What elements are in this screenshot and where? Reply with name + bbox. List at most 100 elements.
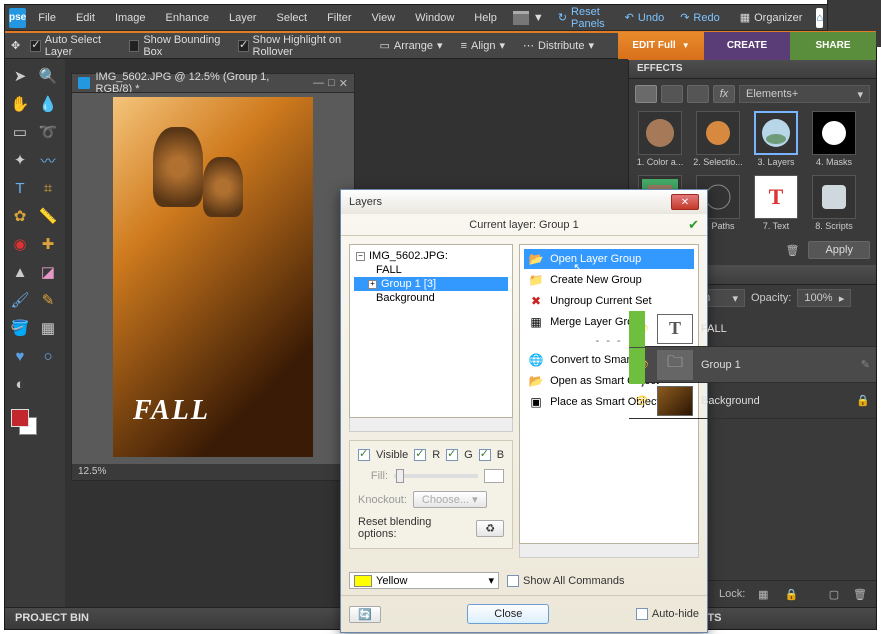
tree-scrollbar[interactable] <box>349 418 513 432</box>
menu-filter[interactable]: Filter <box>319 8 359 28</box>
close-button[interactable]: Close <box>467 604 549 624</box>
app-logo[interactable]: pse <box>9 8 26 28</box>
layer-row-fall[interactable]: 👁 T FALL <box>629 311 876 347</box>
document-canvas[interactable]: FALL <box>72 92 354 464</box>
reset-panels-button[interactable]: ↻Reset Panels <box>552 6 611 30</box>
brush-tool-icon[interactable]: 🖌 <box>7 287 33 313</box>
tree-node-root[interactable]: −IMG_5602.JPG: <box>354 249 508 263</box>
sponge-tool-icon[interactable]: ◐ <box>7 371 33 397</box>
fill-slider[interactable] <box>394 474 478 478</box>
cookie-cutter-icon[interactable]: ✿ <box>7 203 33 229</box>
doc-minimize-icon[interactable]: — <box>313 77 324 90</box>
undo-button[interactable]: ↶Undo <box>619 11 671 24</box>
menu-edit[interactable]: Edit <box>68 8 103 28</box>
shape-tool-icon[interactable]: ♥ <box>7 343 33 369</box>
arrange-dropdown[interactable]: ▭ Arrange ▾ <box>376 37 447 54</box>
fx-tab-all[interactable]: fx <box>713 85 735 103</box>
selection-brush-icon[interactable]: 〰 <box>35 147 61 173</box>
menu-enhance[interactable]: Enhance <box>158 8 217 28</box>
color-swatch[interactable] <box>11 409 37 435</box>
menu-view[interactable]: View <box>364 8 404 28</box>
doc-maximize-icon[interactable]: □ <box>328 77 335 90</box>
document-titlebar[interactable]: IMG_5602.JPG @ 12.5% (Group 1, RGB/8) * … <box>72 74 354 92</box>
smart-brush-icon[interactable]: ✎ <box>35 287 61 313</box>
marquee-tool-icon[interactable]: ▭ <box>7 119 33 145</box>
trash-icon[interactable]: 🗑 <box>782 241 802 259</box>
effects-header[interactable]: EFFECTS <box>629 59 876 79</box>
tab-edit[interactable]: EDIT Full <box>618 32 704 60</box>
action-create-new-group[interactable]: 📁Create New Group <box>524 270 694 290</box>
reset-blending-button[interactable]: ♻ <box>476 520 504 537</box>
fx-item-layers[interactable]: 3. Layers <box>751 111 801 167</box>
layout-icon[interactable] <box>513 8 529 28</box>
menu-window[interactable]: Window <box>407 8 462 28</box>
fx-item-text[interactable]: T7. Text <box>751 175 801 231</box>
doc-close-icon[interactable]: ✕ <box>339 77 348 90</box>
layer-tree[interactable]: −IMG_5602.JPG: FALL +Group 1 [3] Backgro… <box>349 244 513 418</box>
action-open-layer-group[interactable]: 📂Open Layer Group↖ <box>524 249 694 269</box>
auto-hide-check[interactable]: Auto-hide <box>636 608 699 620</box>
g-check[interactable] <box>446 449 458 461</box>
knockout-dropdown[interactable]: Choose... ▾ <box>413 491 487 508</box>
crop-tool-icon[interactable]: ⌗ <box>35 175 61 201</box>
delete-layer-icon[interactable]: 🗑 <box>850 585 870 603</box>
bucket-tool-icon[interactable]: 🪣 <box>7 315 33 341</box>
eraser-tool-icon[interactable]: ◪ <box>35 259 61 285</box>
color-dropdown[interactable]: Yellow▾ <box>349 572 499 589</box>
actions-scrollbar[interactable] <box>519 544 699 558</box>
zoom-tool-icon[interactable]: 🔍 <box>35 63 61 89</box>
visible-check[interactable] <box>358 449 370 461</box>
fx-tab-filters[interactable] <box>635 85 657 103</box>
apply-button[interactable]: Apply <box>808 241 870 259</box>
action-ungroup[interactable]: ✖Ungroup Current Set <box>524 291 694 311</box>
menu-select[interactable]: Select <box>268 8 315 28</box>
menu-image[interactable]: Image <box>107 8 154 28</box>
fx-tab-styles[interactable] <box>661 85 683 103</box>
hand-tool-icon[interactable]: ✋ <box>7 91 33 117</box>
layer-row-group1[interactable]: 👁 🗀 Group 1 ✎ <box>629 347 876 383</box>
home-icon[interactable]: ⌂ <box>816 8 823 28</box>
opacity-field[interactable]: 100%▸ <box>797 289 851 307</box>
healing-tool-icon[interactable]: ✚ <box>35 231 61 257</box>
stamp-tool-icon[interactable]: ▲ <box>7 259 33 285</box>
tree-node-background[interactable]: Background <box>354 291 508 305</box>
effects-category-dropdown[interactable]: Elements+▾ <box>739 85 870 103</box>
fx-item-selection[interactable]: 2. Selectio... <box>693 111 743 167</box>
show-highlight-check[interactable]: Show Highlight on Rollover <box>238 34 366 58</box>
fx-item-scripts[interactable]: 8. Scripts <box>809 175 859 231</box>
menu-file[interactable]: File <box>30 8 64 28</box>
dialog-titlebar[interactable]: Layers ✕ <box>341 190 707 214</box>
menu-help[interactable]: Help <box>466 8 505 28</box>
organizer-button[interactable]: ▦Organizer <box>734 11 809 24</box>
dialog-close-button[interactable]: ✕ <box>671 194 699 210</box>
align-dropdown[interactable]: ≡ Align ▾ <box>457 37 509 54</box>
auto-select-layer-check[interactable]: Auto Select Layer <box>30 34 119 58</box>
tab-create[interactable]: CREATE <box>704 32 790 60</box>
redeye-tool-icon[interactable]: ◉ <box>7 231 33 257</box>
fx-tab-effects[interactable] <box>687 85 709 103</box>
new-layer-icon[interactable]: ▢ <box>824 585 844 603</box>
r-check[interactable] <box>414 449 426 461</box>
redo-button[interactable]: ↷Redo <box>674 11 726 24</box>
lock-all-icon[interactable]: 🔒 <box>781 585 801 603</box>
show-all-commands-check[interactable]: Show All Commands <box>507 575 625 587</box>
visibility-icon[interactable]: 👁 <box>635 394 649 407</box>
refresh-button[interactable]: 🔄 <box>349 606 381 623</box>
fx-item-masks[interactable]: 4. Masks <box>809 111 859 167</box>
lasso-tool-icon[interactable]: ➰ <box>35 119 61 145</box>
menu-layer[interactable]: Layer <box>221 8 265 28</box>
lock-pixels-icon[interactable]: ▦ <box>753 585 773 603</box>
b-check[interactable] <box>479 449 491 461</box>
tree-node-group1[interactable]: +Group 1 [3] <box>354 277 508 291</box>
arrow-tool-icon[interactable]: ➤ <box>7 63 33 89</box>
show-bounding-box-check[interactable]: Show Bounding Box <box>129 34 228 58</box>
straighten-tool-icon[interactable]: 📏 <box>35 203 61 229</box>
project-bin-tab[interactable]: PROJECT BIN <box>5 608 99 629</box>
layout-dropdown-icon[interactable]: ▼ <box>533 8 544 28</box>
eyedropper-tool-icon[interactable]: 💧 <box>35 91 61 117</box>
tab-share[interactable]: SHARE <box>790 32 876 60</box>
fx-item-color[interactable]: 1. Color a... <box>635 111 685 167</box>
wand-tool-icon[interactable]: ✦ <box>7 147 33 173</box>
type-tool-icon[interactable]: T <box>7 175 33 201</box>
layer-row-background[interactable]: 👁 Background 🔒 <box>629 383 876 419</box>
